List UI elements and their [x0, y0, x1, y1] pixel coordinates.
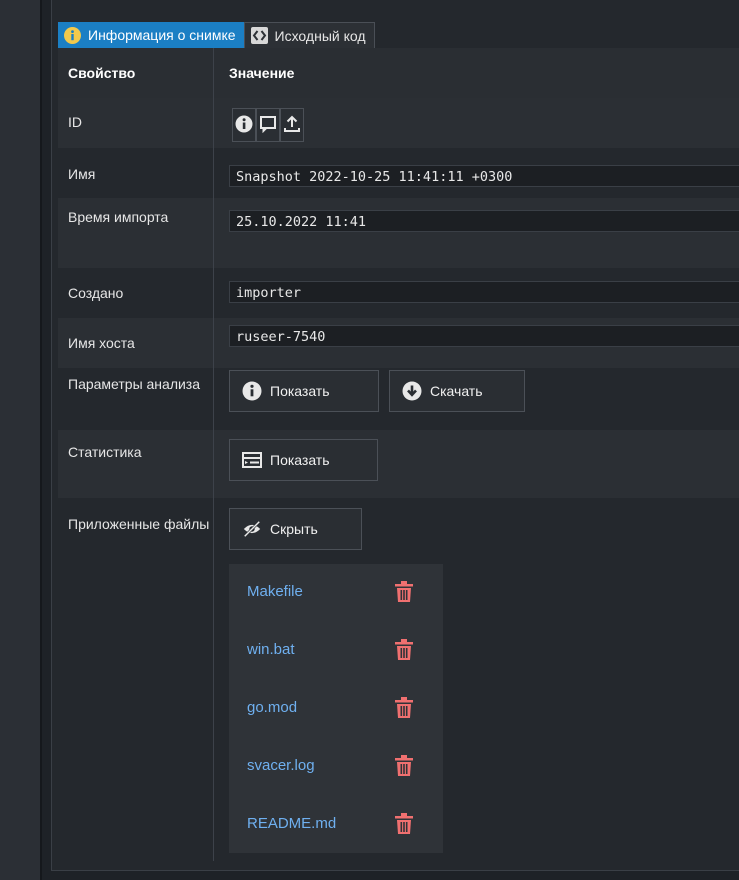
- info-circle-icon: [64, 26, 81, 44]
- show-analysis-params-button[interactable]: Показать: [229, 370, 379, 412]
- button-label: Скрыть: [270, 521, 318, 537]
- left-sidebar-strip: [0, 0, 42, 880]
- info-icon: [235, 115, 253, 136]
- show-statistics-button[interactable]: Показать: [229, 439, 378, 481]
- hide-attached-files-button[interactable]: Скрыть: [229, 508, 362, 550]
- trash-icon[interactable]: [395, 581, 413, 603]
- app-root: Информация о снимке Исходный код Свойств…: [0, 0, 739, 880]
- table-row-import-time: Время импорта: [58, 198, 739, 268]
- info-button[interactable]: [232, 108, 256, 142]
- tab-label: Информация о снимке: [88, 27, 236, 43]
- tab-source-code[interactable]: Исходный код: [243, 22, 375, 48]
- row-label: Имя хоста: [68, 335, 135, 351]
- attached-files-list: Makefile win.bat go.mod svacer.log READM…: [229, 564, 443, 853]
- download-analysis-params-button[interactable]: Скачать: [389, 370, 525, 412]
- row-label: Создано: [68, 285, 124, 301]
- table-header: Свойство Значение: [58, 48, 739, 98]
- row-label: Время импорта: [68, 209, 169, 225]
- button-label: Показать: [270, 383, 330, 399]
- trash-icon[interactable]: [395, 697, 413, 719]
- download-circle-icon: [402, 381, 422, 401]
- button-label: Показать: [270, 452, 330, 468]
- button-label: Скачать: [430, 383, 483, 399]
- file-link[interactable]: win.bat: [247, 641, 295, 658]
- list-item: README.md: [229, 796, 443, 854]
- column-header-value: Значение: [229, 65, 295, 81]
- comment-button[interactable]: [256, 108, 280, 142]
- column-divider: [213, 48, 214, 861]
- table-row-id: ID: [58, 98, 739, 148]
- comment-icon: [259, 115, 277, 136]
- file-link[interactable]: svacer.log: [247, 757, 315, 774]
- table-row-statistics: Статистика: [58, 430, 739, 498]
- import-time-field: 25.10.2022 11:41: [229, 210, 739, 232]
- table-icon: [242, 450, 262, 470]
- list-item: go.mod: [229, 680, 443, 738]
- trash-icon[interactable]: [395, 755, 413, 777]
- column-header-property: Свойство: [68, 65, 136, 81]
- row-label: Приложенные файлы: [68, 516, 210, 532]
- row-label: Имя: [68, 166, 96, 182]
- file-link[interactable]: README.md: [247, 815, 336, 832]
- row-label: ID: [68, 114, 82, 130]
- row-label: Статистика: [68, 444, 142, 460]
- upload-icon: [283, 115, 301, 136]
- tab-label: Исходный код: [274, 27, 366, 44]
- tab-snapshot-info[interactable]: Информация о снимке: [58, 22, 244, 48]
- list-item: win.bat: [229, 622, 443, 680]
- created-by-field: importer: [229, 281, 739, 303]
- list-item: svacer.log: [229, 738, 443, 796]
- list-item: Makefile: [229, 564, 443, 622]
- trash-icon[interactable]: [395, 813, 413, 835]
- row-label: Параметры анализа: [68, 376, 201, 392]
- code-icon: [250, 27, 268, 44]
- file-link[interactable]: go.mod: [247, 699, 297, 716]
- snapshot-name-field: Snapshot 2022-10-25 11:41:11 +0300: [229, 165, 739, 187]
- eye-slash-icon: [242, 519, 262, 539]
- trash-icon[interactable]: [395, 639, 413, 661]
- tab-bar: Информация о снимке Исходный код: [58, 22, 375, 48]
- hostname-field: ruseer-7540: [229, 325, 739, 347]
- file-link[interactable]: Makefile: [247, 583, 303, 600]
- info-icon: [242, 381, 262, 401]
- upload-button[interactable]: [280, 108, 304, 142]
